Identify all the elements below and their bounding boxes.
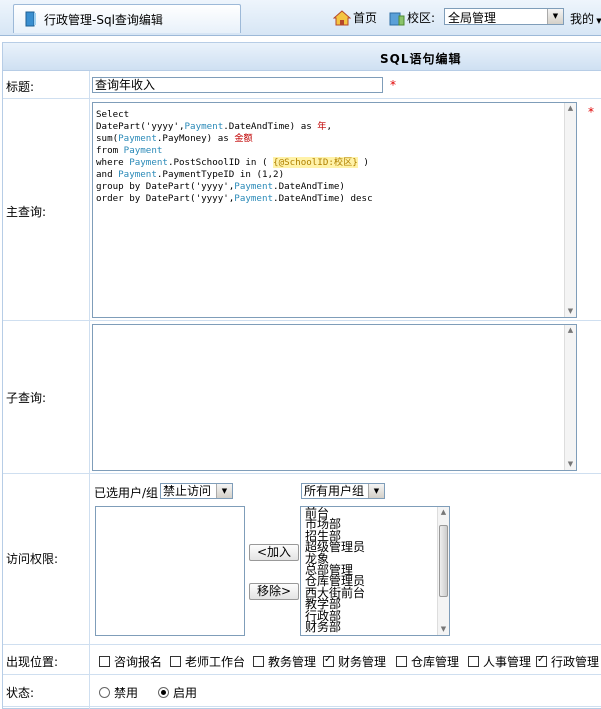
position-checkbox-label: 咨询报名 xyxy=(114,655,163,669)
position-checkbox[interactable]: 人事管理 xyxy=(468,653,531,670)
title-input[interactable]: 查询年收入 xyxy=(92,77,383,93)
all-groups-list[interactable]: 前台 市场部 招生部 超级管理员 龙象 总部管理 仓库管理员 西大街前台 教学部 行政部 财务部 ▲… xyxy=(300,506,450,636)
top-bar: 行政管理-Sql查询编辑 首页 校区: 全局管理 ▼ 我的 ▼ xyxy=(0,0,601,36)
sub-query-label: 子查询: xyxy=(6,391,47,405)
status-enabled-label: 启用 xyxy=(173,686,198,700)
title-label: 标题: xyxy=(6,80,35,94)
position-checkbox-label: 人事管理 xyxy=(483,655,532,669)
position-checkbox[interactable]: 咨询报名 xyxy=(99,653,162,670)
required-mark: * xyxy=(588,105,594,119)
radio-enabled[interactable] xyxy=(158,687,169,698)
radio-disabled[interactable] xyxy=(99,687,110,698)
status-disabled-label: 禁用 xyxy=(114,686,139,700)
access-label: 访问权限: xyxy=(6,552,59,566)
access-mode-value: 禁止访问 xyxy=(163,484,212,498)
checkbox[interactable] xyxy=(99,656,110,667)
access-mode-select[interactable]: 禁止访问 ▼ xyxy=(160,483,233,499)
selected-groups-list[interactable] xyxy=(95,506,245,636)
remove-button[interactable]: 移除> xyxy=(249,583,299,600)
access-row: 访问权限: 已选用户/组 禁止访问 ▼ 所有用户组 ▼ <加入 移除> 前台 市场… xyxy=(3,474,601,645)
scroll-down-icon[interactable]: ▼ xyxy=(565,306,576,317)
form-header-title: SQL语句编辑 xyxy=(380,52,462,66)
form-header: SQL语句编辑 xyxy=(3,43,601,71)
campus-label: 校区: xyxy=(389,9,435,26)
required-mark: * xyxy=(390,78,396,92)
status-disabled-radio[interactable]: 禁用 xyxy=(99,684,138,701)
all-groups-select[interactable]: 所有用户组 ▼ xyxy=(301,483,385,499)
mine-menu[interactable]: 我的 ▼ xyxy=(570,10,601,27)
title-row: 标题: 查询年收入 * xyxy=(3,71,601,99)
checkbox[interactable] xyxy=(396,656,407,667)
position-checkbox-label: 仓库管理 xyxy=(411,655,460,669)
scroll-up-icon[interactable]: ▲ xyxy=(438,507,449,518)
position-label: 出现位置: xyxy=(6,655,59,669)
main-query-textarea[interactable]: Select DatePart('yyyy',Payment.DateAndTi… xyxy=(92,102,577,318)
sub-query-scrollbar[interactable]: ▲ ▼ xyxy=(564,325,576,470)
tab-title: 行政管理-Sql查询编辑 xyxy=(44,13,163,27)
add-button[interactable]: <加入 xyxy=(249,544,299,561)
checkbox[interactable] xyxy=(170,656,181,667)
home-icon xyxy=(333,9,351,25)
tab-sql-editor[interactable]: 行政管理-Sql查询编辑 xyxy=(13,4,241,33)
sql-edit-form: SQL语句编辑 标题: 查询年收入 * 主查询: Select DatePart… xyxy=(2,42,601,709)
position-checkbox[interactable]: 仓库管理 xyxy=(396,653,459,670)
sub-query-row: 子查询: ▲ ▼ xyxy=(3,321,601,474)
book-icon xyxy=(25,11,36,27)
main-query-code: Select DatePart('yyyy',Payment.DateAndTi… xyxy=(96,109,373,204)
campus-select-value: 全局管理 xyxy=(448,11,497,25)
chevron-down-icon[interactable]: ▼ xyxy=(547,9,563,24)
group-list-scrollbar[interactable]: ▲ ▼ xyxy=(437,507,449,635)
home-label: 首页 xyxy=(353,11,378,25)
main-query-scrollbar[interactable]: ▲ ▼ xyxy=(564,103,576,317)
campus-text: 校区: xyxy=(407,11,436,25)
position-checkbox[interactable]: 行政管理 xyxy=(536,653,599,670)
campus-icon xyxy=(389,12,405,25)
scroll-up-icon[interactable]: ▲ xyxy=(565,103,576,114)
selected-groups-label: 已选用户/组 xyxy=(94,486,159,500)
status-enabled-radio[interactable]: 启用 xyxy=(158,684,197,701)
main-query-label: 主查询: xyxy=(6,205,47,219)
main-query-row: 主查询: Select DatePart('yyyy',Payment.Date… xyxy=(3,99,601,321)
scroll-down-icon[interactable]: ▼ xyxy=(565,459,576,470)
position-checkbox-label: 教务管理 xyxy=(268,655,317,669)
scroll-up-icon[interactable]: ▲ xyxy=(565,325,576,336)
sub-query-textarea[interactable]: ▲ ▼ xyxy=(92,324,577,471)
status-row: 状态: 禁用 启用 xyxy=(3,675,601,707)
position-checkbox-label: 老师工作台 xyxy=(185,655,246,669)
list-item[interactable]: 财务部 xyxy=(305,621,365,633)
chevron-down-icon[interactable]: ▼ xyxy=(216,484,232,498)
checkbox[interactable] xyxy=(253,656,264,667)
checkbox[interactable] xyxy=(468,656,479,667)
campus-select[interactable]: 全局管理 ▼ xyxy=(444,8,564,25)
checkbox[interactable] xyxy=(323,654,334,667)
group-list-items: 前台 市场部 招生部 超级管理员 龙象 总部管理 仓库管理员 西大街前台 教学部 行政部 财务部 xyxy=(305,507,365,633)
scroll-down-icon[interactable]: ▼ xyxy=(438,624,449,635)
position-checkbox[interactable]: 教务管理 xyxy=(253,653,316,670)
mine-label: 我的 xyxy=(570,12,595,26)
position-checkbox-label: 财务管理 xyxy=(338,655,387,669)
position-checkbox-label: 行政管理 xyxy=(551,655,600,669)
position-row: 出现位置: 咨询报名 老师工作台 教务管理 财务管理 仓库管理 人事管理 行政管理 xyxy=(3,645,601,675)
scroll-thumb[interactable] xyxy=(439,525,448,597)
status-label: 状态: xyxy=(6,686,35,700)
all-groups-value: 所有用户组 xyxy=(304,484,365,498)
chevron-down-icon: ▼ xyxy=(594,17,601,25)
chevron-down-icon[interactable]: ▼ xyxy=(368,484,384,498)
checkbox[interactable] xyxy=(536,654,547,667)
position-checkbox[interactable]: 财务管理 xyxy=(323,653,386,670)
home-link[interactable]: 首页 xyxy=(333,9,377,26)
position-checkbox[interactable]: 老师工作台 xyxy=(170,653,245,670)
